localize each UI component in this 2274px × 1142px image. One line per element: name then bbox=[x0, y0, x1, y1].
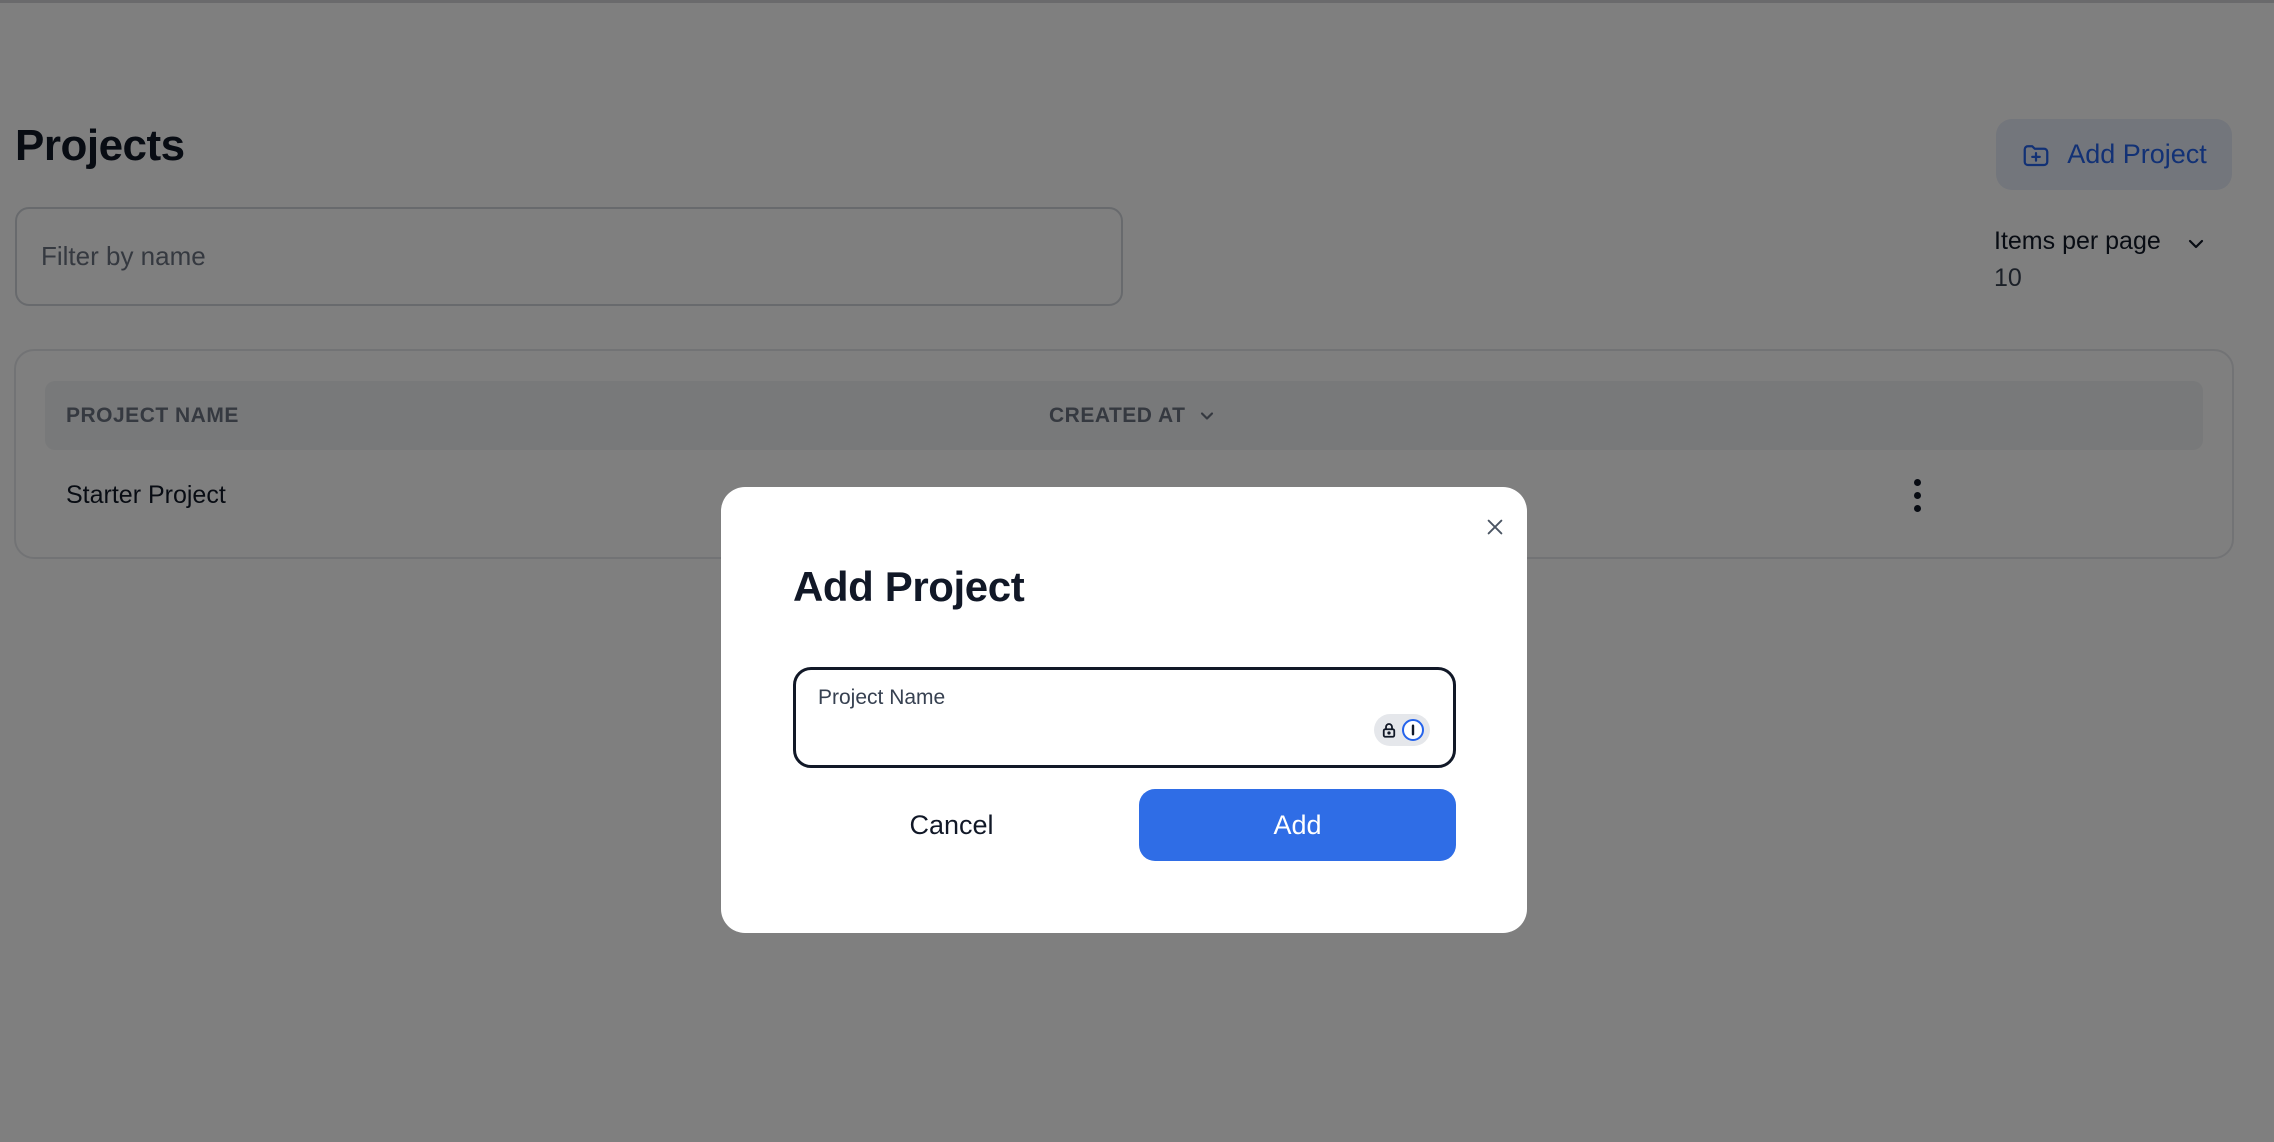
project-name-label: Project Name bbox=[818, 686, 946, 709]
add-project-dialog: Add Project Project Name Cancel Add bbox=[721, 487, 1527, 933]
add-button[interactable]: Add bbox=[1139, 789, 1456, 861]
cancel-button[interactable]: Cancel bbox=[793, 789, 1110, 861]
lock-icon bbox=[1382, 723, 1395, 738]
project-name-field[interactable]: Project Name bbox=[793, 667, 1456, 768]
password-manager-icon bbox=[1401, 719, 1424, 741]
dialog-title: Add Project bbox=[793, 563, 1025, 610]
close-icon bbox=[1487, 519, 1503, 535]
project-name-input[interactable] bbox=[816, 722, 1376, 758]
projects-page: Projects Add Project Items per page 10 P… bbox=[0, 0, 2274, 1142]
close-button[interactable] bbox=[1477, 509, 1513, 545]
password-manager-badge[interactable] bbox=[1374, 714, 1430, 746]
